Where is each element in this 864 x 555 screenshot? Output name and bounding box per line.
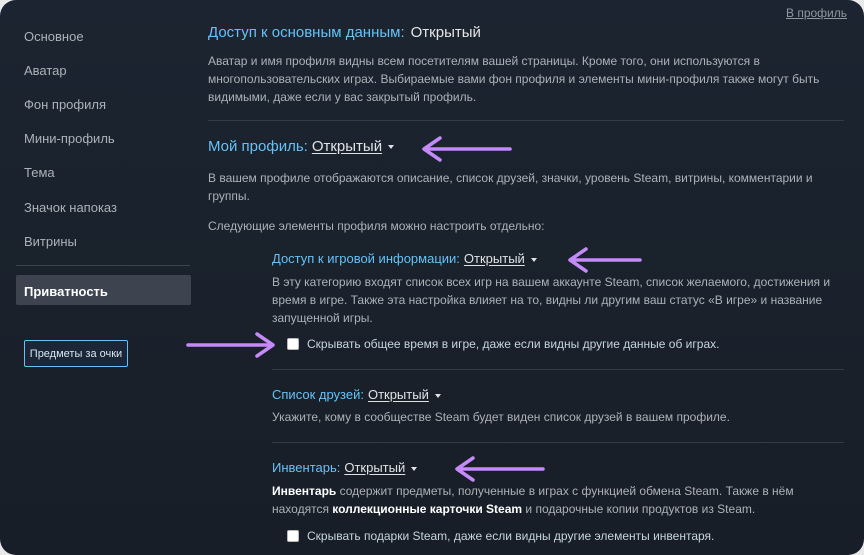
sidebar-item-featured-badge[interactable]: Значок напоказ <box>24 200 117 215</box>
hide-gifts-label: Скрывать подарки Steam, даже если видны … <box>307 529 715 543</box>
annotation-arrow-left-icon <box>568 247 642 273</box>
my-profile-title: Мой профиль: <box>208 138 308 155</box>
sidebar-item-avatar[interactable]: Аватар <box>24 63 67 78</box>
inventory-title: Инвентарь: <box>272 460 341 475</box>
inventory-heading: Инвентарь: Открытый <box>272 460 418 475</box>
game-details-title: Доступ к игровой информации: <box>272 251 460 266</box>
privacy-settings-window: Основное Аватар Фон профиля Мини-профиль… <box>0 0 864 555</box>
friends-list-description: Укажите, кому в сообществе Steam будет в… <box>272 410 730 424</box>
inventory-dropdown-value: Открытый <box>344 460 406 475</box>
section-divider <box>272 442 844 443</box>
sidebar-item-background[interactable]: Фон профиля <box>24 97 106 112</box>
my-profile-heading: Мой профиль: Открытый <box>208 138 395 155</box>
hide-gifts-option[interactable]: Скрывать подарки Steam, даже если видны … <box>287 529 714 543</box>
inventory-dropdown[interactable]: Открытый <box>344 460 418 475</box>
sidebar-item-showcases[interactable]: Витрины <box>24 234 77 249</box>
friends-list-dropdown-value: Открытый <box>367 387 429 402</box>
basic-details-value: Открытый <box>410 24 481 41</box>
friends-list-heading: Список друзей: Открытый <box>272 387 441 402</box>
my-profile-note: Следующие элементы профиля можно настрои… <box>208 219 545 233</box>
caret-down-icon <box>434 393 441 398</box>
sidebar: Основное Аватар Фон профиля Мини-профиль… <box>0 0 205 555</box>
hide-playtime-label: Скрывать общее время в игре, даже если в… <box>307 337 720 351</box>
sidebar-item-general[interactable]: Основное <box>24 29 84 44</box>
hide-playtime-checkbox[interactable] <box>287 338 299 350</box>
inventory-desc-text-end: и подарочные копии продуктов из Steam. <box>522 502 756 516</box>
trading-cards-strong: коллекционные карточки Steam <box>332 502 523 516</box>
caret-down-icon <box>411 466 418 471</box>
game-details-dropdown[interactable]: Открытый <box>464 251 537 266</box>
points-shop-button[interactable]: Предметы за очки <box>24 340 128 367</box>
my-profile-dropdown[interactable]: Открытый <box>311 138 395 155</box>
annotation-arrow-left-icon <box>455 456 545 482</box>
sidebar-divider <box>16 265 190 266</box>
my-profile-description: В вашем профиле отображаются описание, с… <box>208 171 813 203</box>
game-details-dropdown-value: Открытый <box>463 251 525 266</box>
basic-details-description: Аватар и имя профиля видны всем посетите… <box>208 54 820 104</box>
my-profile-dropdown-value: Открытый <box>311 138 383 155</box>
hide-gifts-checkbox[interactable] <box>287 530 299 542</box>
friends-list-dropdown[interactable]: Открытый <box>368 387 441 402</box>
basic-details-heading: Доступ к основным данным: Открытый <box>208 24 481 41</box>
section-divider <box>272 369 844 370</box>
annotation-arrow-left-icon <box>422 136 512 162</box>
sidebar-item-privacy[interactable]: Приватность <box>16 275 191 305</box>
sidebar-item-theme[interactable]: Тема <box>24 165 55 180</box>
caret-down-icon <box>388 145 395 150</box>
sidebar-item-mini-profile[interactable]: Мини-профиль <box>24 131 115 146</box>
inventory-description: Инвентарь содержит предметы, полученные … <box>272 482 844 518</box>
caret-down-icon <box>530 257 537 262</box>
game-details-heading: Доступ к игровой информации: Открытый <box>272 251 537 266</box>
friends-list-title: Список друзей: <box>272 387 364 402</box>
hide-playtime-option[interactable]: Скрывать общее время в игре, даже если в… <box>287 337 719 351</box>
game-details-description: В эту категорию входят список всех игр н… <box>272 275 831 325</box>
basic-details-title: Доступ к основным данным: <box>208 24 405 41</box>
section-divider <box>208 120 844 121</box>
view-profile-link[interactable]: В профиль <box>786 6 847 20</box>
inventory-desc-strong: Инвентарь <box>272 484 337 498</box>
